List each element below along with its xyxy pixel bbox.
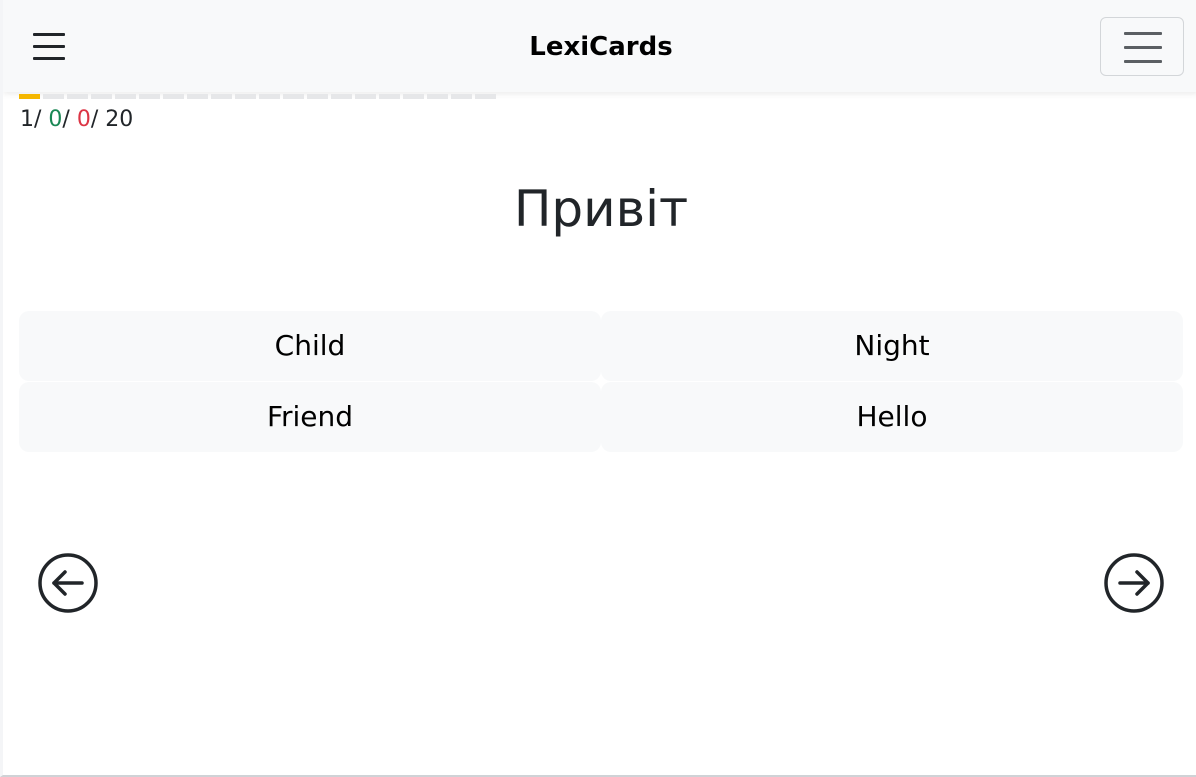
counter-separator: / bbox=[34, 107, 49, 132]
counter-correct: 0 bbox=[48, 107, 63, 132]
progress-segment bbox=[451, 94, 472, 99]
progress-segment bbox=[235, 94, 256, 99]
navbar-toggler-icon bbox=[1124, 32, 1162, 35]
answer-option-button[interactable]: Night bbox=[601, 311, 1183, 381]
lexicards-app: LexiCards 1/ 0/ 0/ 20 Привіт Child Night… bbox=[0, 0, 1196, 777]
progress-segment bbox=[163, 94, 184, 99]
progress-segment bbox=[379, 94, 400, 99]
answer-option-button[interactable]: Child bbox=[19, 311, 601, 381]
navbar-toggler-button[interactable] bbox=[1100, 17, 1184, 76]
progress-segment bbox=[139, 94, 160, 99]
progress-segment bbox=[355, 94, 376, 99]
progress-segment bbox=[43, 94, 64, 99]
progress-segment bbox=[115, 94, 136, 99]
flashcard-word: Привіт bbox=[513, 180, 689, 238]
progress-segment bbox=[259, 94, 280, 99]
progress-segment bbox=[427, 94, 448, 99]
progress-segment bbox=[283, 94, 304, 99]
progress-segment bbox=[91, 94, 112, 99]
top-navbar: LexiCards bbox=[3, 0, 1196, 92]
app-title: LexiCards bbox=[529, 32, 673, 62]
counter-separator: / bbox=[90, 107, 106, 132]
progress-segment bbox=[307, 94, 328, 99]
arrow-right-circle-icon bbox=[1104, 553, 1164, 613]
counter-incorrect: 0 bbox=[76, 107, 91, 132]
progress-segment bbox=[403, 94, 424, 99]
arrow-left-circle-icon bbox=[38, 553, 98, 613]
progress-segment bbox=[475, 94, 496, 99]
next-card-button[interactable] bbox=[1103, 552, 1165, 614]
answer-option-button[interactable]: Friend bbox=[19, 382, 601, 452]
previous-card-button[interactable] bbox=[37, 552, 99, 614]
progress-segment bbox=[67, 94, 88, 99]
progress-segment bbox=[331, 94, 352, 99]
progress-segment-current bbox=[19, 94, 40, 99]
progress-segment bbox=[211, 94, 232, 99]
score-counter: 1/ 0/ 0/ 20 bbox=[20, 106, 133, 134]
counter-separator: / bbox=[62, 107, 77, 132]
answer-option-button[interactable]: Hello bbox=[601, 382, 1183, 452]
counter-current: 1 bbox=[20, 107, 34, 132]
counter-total: 20 bbox=[105, 107, 134, 132]
progress-bar bbox=[19, 94, 499, 100]
progress-segment bbox=[187, 94, 208, 99]
